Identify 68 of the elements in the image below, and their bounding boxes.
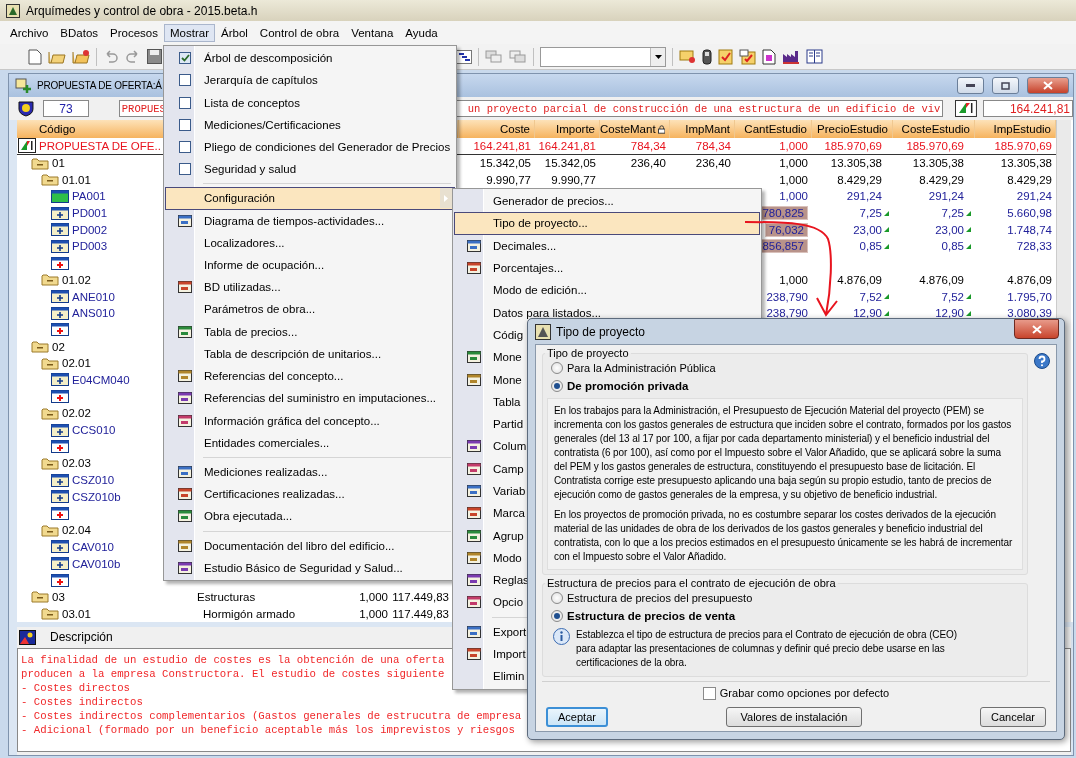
table-cell: 4.876,09 bbox=[919, 273, 964, 286]
table-cell: 0,85 bbox=[859, 240, 882, 253]
table-cell: 8.429,29 bbox=[837, 173, 882, 186]
table-cell: 291,24 bbox=[928, 190, 964, 203]
window-title: Arquímedes y control de obra - 2015.beta.h bbox=[26, 3, 258, 18]
table-cell: 164.241,81 bbox=[473, 139, 531, 152]
description-line: La finalidad de un estudio de costes es la obtención de una oferta bbox=[21, 652, 445, 667]
table-cell: 117.449,83 bbox=[392, 607, 449, 620]
description-line: producen a la empresa Constructora. El estudio de costes siguiente bbox=[21, 666, 445, 681]
table-cell: 164.241,81 bbox=[538, 139, 596, 152]
table-cell: Hormigón armado bbox=[203, 607, 296, 620]
table-cell: 7,25 bbox=[859, 207, 882, 220]
table-cell: 185.970,69 bbox=[994, 139, 1052, 152]
table-cell: 1,000 bbox=[779, 273, 808, 286]
table-cell: 12,90 bbox=[935, 307, 964, 320]
table-cell: 117.449,83 bbox=[392, 590, 449, 603]
table-cell: Estructuras bbox=[197, 590, 256, 603]
table-cell: 7,25 bbox=[941, 207, 964, 220]
table-cell: 15.342,05 bbox=[479, 157, 531, 170]
table-cell: 1,000 bbox=[359, 607, 388, 620]
table-cell: 1,000 bbox=[779, 190, 808, 203]
table-cell: 238,790 bbox=[766, 290, 808, 303]
table-cell: 9.990,77 bbox=[551, 173, 596, 186]
table-cell: 13.305,38 bbox=[912, 157, 964, 170]
table-cell: 185.970,69 bbox=[824, 139, 882, 152]
info-paragraph: En los proyectos de promoción privada, no es costumbre separar los costes derivados de la ejecución material de las unidades de obra de los derivados de los gastos generales y beneficio industrial del contratista, con lo que a los precios estimados en el presupuesto únicamente se les habrá de incrementar con el Impuesto sobre el Valor Añadido. bbox=[554, 508, 1014, 564]
table-cell: 23,00 bbox=[853, 223, 882, 236]
table-cell: 784,34 bbox=[695, 139, 731, 152]
table-cell: 1,000 bbox=[779, 173, 808, 186]
description-line: - Costes directos bbox=[21, 680, 131, 695]
info-paragraph: En los trabajos para la Administración, el Presupuesto de Ejecución Material del proyecto (PEM) se incrementa con los gastos generales de estructura que inciden sobre el contrato, formados por los gastos generales (del 13 al 17 por 100, a fijar por cada departamento ministerial) y el beneficio industrial del contratista (6 por 100), así como por el Impuesto sobre el Valor Añadido, que se aplicará sobre la suma del PEM y los gastos generales de estructura, constituyendo el presupuesto base de licitación. El Contratista corrige este presupuesto aplicando una baja según su propio estudio, tanto de precios de ejecución como de gastos generales de la empresa, y su objetivo de beneficio industrial. bbox=[554, 404, 1013, 502]
table-cell: 23,00 bbox=[935, 223, 964, 236]
table-cell: 7,52 bbox=[859, 290, 882, 303]
table-cell: 9.990,77 bbox=[486, 173, 531, 186]
table-cell: 238,790 bbox=[766, 307, 808, 320]
table-cell: 1.795,70 bbox=[1007, 290, 1052, 303]
table-cell: 1.748,74 bbox=[1007, 223, 1052, 236]
table-cell: 1,000 bbox=[779, 157, 808, 170]
dialog-title: Tipo de proyecto bbox=[556, 324, 646, 339]
group-label: Estructura de precios para el contrato de ejecución de obra bbox=[546, 577, 837, 589]
table-cell: 12,90 bbox=[853, 307, 882, 320]
document-title: PROPUESTA DE OFERTA:Á bbox=[37, 80, 162, 91]
table-cell: 7,52 bbox=[941, 290, 964, 303]
table-cell: 185.970,69 bbox=[906, 139, 964, 152]
table-cell: 291,24 bbox=[1016, 190, 1052, 203]
table-cell: 4.876,09 bbox=[837, 273, 882, 286]
table-cell: 4.876,09 bbox=[1007, 273, 1052, 286]
group-label: Tipo de proyecto bbox=[546, 347, 630, 359]
panel-title: Descripción bbox=[50, 630, 113, 645]
table-cell: 3.080,39 bbox=[1007, 307, 1052, 320]
table-cell: 784,34 bbox=[630, 139, 666, 152]
table-cell: 13.305,38 bbox=[830, 157, 882, 170]
table-cell: 1,000 bbox=[779, 139, 808, 152]
table-cell: 728,33 bbox=[1016, 240, 1052, 253]
table-cell: 236,40 bbox=[630, 157, 666, 170]
table-cell: 1,000 bbox=[359, 590, 388, 603]
description-line: - Costes indirectos complementarios (Gastos generales de estrucutra de empresa bbox=[21, 708, 522, 723]
table-cell: 0,85 bbox=[941, 240, 964, 253]
table-cell: 291,24 bbox=[846, 190, 882, 203]
table-cell: 8.429,29 bbox=[919, 173, 964, 186]
table-cell: 5.660,98 bbox=[1007, 207, 1052, 220]
description-line: - Costes indirectos bbox=[21, 694, 143, 709]
table-cell: 236,40 bbox=[695, 157, 731, 170]
table-cell: 13.305,38 bbox=[1000, 157, 1052, 170]
info-note: Establezca el tipo de estructura de precios para el Contrato de ejecución de obra (CEO) para adaptar las presentaciones de columnas y definir qué precio debe usarse en las certificaciones de la obra. bbox=[576, 628, 958, 670]
table-cell: 15.342,05 bbox=[544, 157, 596, 170]
description-line: - Adicional (formado por un beneficio aceptable más los imprevistos y riesgos bbox=[21, 722, 515, 737]
table-cell: 8.429,29 bbox=[1007, 173, 1052, 186]
